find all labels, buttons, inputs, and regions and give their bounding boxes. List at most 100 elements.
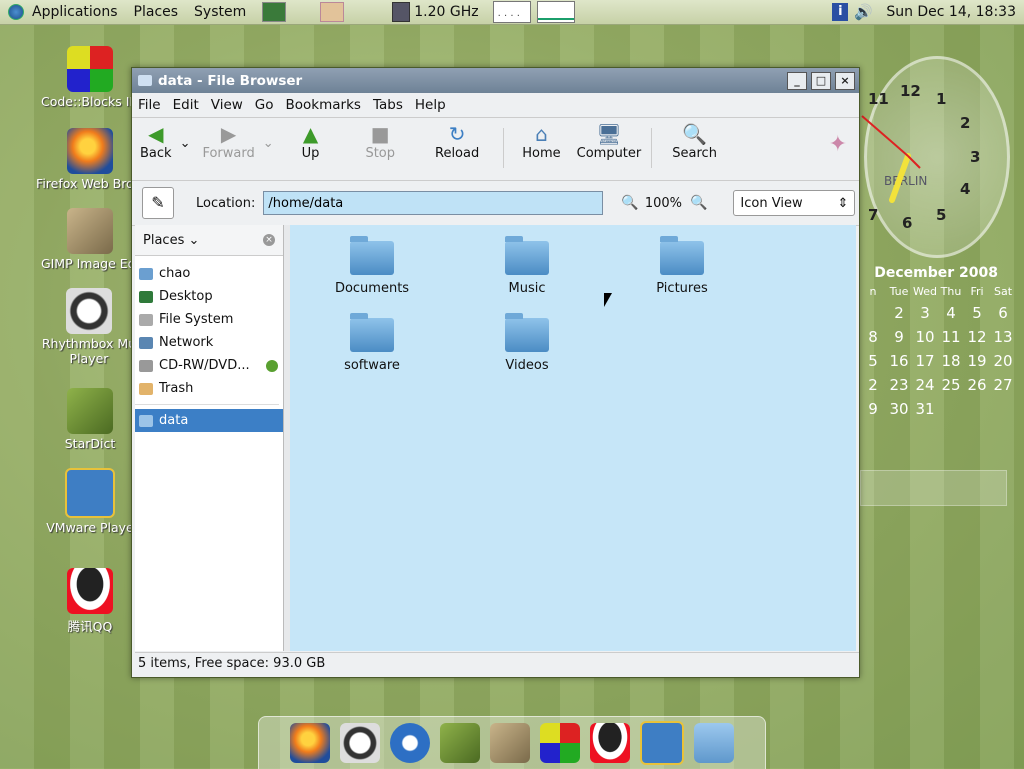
calendar-day[interactable]: 26 — [964, 376, 990, 394]
calendar-day[interactable]: 2 — [860, 376, 886, 394]
calendar-day[interactable]: 12 — [964, 328, 990, 346]
sidebar-item-data[interactable]: data — [135, 409, 283, 432]
zoom-in-icon[interactable]: 🔍 — [690, 195, 707, 211]
sidebar-item-file-system[interactable]: File System — [135, 308, 283, 331]
toggle-location-entry-button[interactable]: ✎ — [142, 187, 174, 219]
desktop-icon-gimp[interactable]: GIMP Image Edi — [35, 208, 145, 271]
calendar-day[interactable]: 18 — [938, 352, 964, 370]
view-mode-select[interactable]: Icon View ⇕ — [733, 190, 856, 216]
dock-vmware-icon[interactable] — [640, 721, 684, 765]
desktop-icon-firefox[interactable]: Firefox Web Brow — [35, 128, 145, 191]
dock-rhythmbox-icon[interactable] — [340, 723, 380, 763]
calendar-day[interactable]: 10 — [912, 328, 938, 346]
file-item-software[interactable]: software — [317, 313, 427, 373]
sidebar-item-cdrw[interactable]: CD-RW/DVD... — [135, 354, 283, 377]
volume-icon[interactable]: 🔊 — [854, 3, 873, 21]
dock-codeblocks-icon[interactable] — [540, 723, 580, 763]
calendar-day[interactable]: 30 — [886, 400, 912, 418]
computer-button[interactable]: 🖥 Computer — [573, 122, 646, 161]
calendar-day[interactable]: 27 — [990, 376, 1016, 394]
calendar-day[interactable]: 24 — [912, 376, 938, 394]
calendar-day[interactable]: 9 — [860, 400, 886, 418]
window-titlebar[interactable]: data - File Browser _ □ × — [132, 68, 859, 93]
calendar-day[interactable]: 17 — [912, 352, 938, 370]
icon-view[interactable]: Documents Music Pictures software Videos — [290, 225, 856, 651]
dock-qq-icon[interactable] — [590, 723, 630, 763]
sidebar-item-chao[interactable]: chao — [135, 262, 283, 285]
stop-button[interactable]: ■ Stop — [343, 122, 417, 161]
minimize-button[interactable]: _ — [787, 71, 807, 90]
calendar-day[interactable] — [860, 304, 886, 322]
calendar-day[interactable] — [990, 400, 1016, 418]
calendar-day[interactable]: 3 — [912, 304, 938, 322]
desktop-icon-stardict[interactable]: StarDict — [35, 388, 145, 451]
calendar-day[interactable]: 25 — [938, 376, 964, 394]
calendar-day[interactable]: 13 — [990, 328, 1016, 346]
menu-bookmarks[interactable]: Bookmarks — [280, 97, 367, 113]
dock-firefox-icon[interactable] — [290, 723, 330, 763]
close-button[interactable]: × — [835, 71, 855, 90]
eject-icon[interactable] — [265, 359, 278, 372]
maximize-button[interactable]: □ — [811, 71, 831, 90]
forward-button[interactable]: ▶ Forward — [194, 122, 262, 161]
calendar-day[interactable] — [964, 400, 990, 418]
menu-places[interactable]: Places — [126, 0, 187, 24]
calendar-day[interactable]: 6 — [990, 304, 1016, 322]
file-item-videos[interactable]: Videos — [472, 313, 582, 373]
menu-tabs[interactable]: Tabs — [367, 97, 409, 113]
dock-stardict-icon[interactable] — [440, 723, 480, 763]
desktop-icon-codeblocks[interactable]: Code::Blocks ID — [35, 46, 145, 109]
desktop-icon-rhythmbox[interactable]: Rhythmbox Mu Player — [35, 288, 143, 366]
back-button[interactable]: ◀ Back — [132, 122, 180, 161]
calendar-day[interactable]: 16 — [886, 352, 912, 370]
dock-gimp-icon[interactable] — [490, 723, 530, 763]
calendar-day[interactable]: 2 — [886, 304, 912, 322]
up-button[interactable]: ▲ Up — [278, 122, 344, 161]
menu-view[interactable]: View — [205, 97, 249, 113]
menu-help[interactable]: Help — [409, 97, 452, 113]
forward-history-dropdown[interactable]: ⌄ — [263, 122, 278, 151]
menu-go[interactable]: Go — [249, 97, 280, 113]
trash-applet-icon[interactable] — [320, 2, 345, 22]
calendar-day[interactable]: 19 — [964, 352, 990, 370]
sidebar-type-select[interactable]: Places ⌄ — [143, 233, 199, 248]
dock-folder-icon[interactable] — [694, 723, 734, 763]
file-item-pictures[interactable]: Pictures — [627, 236, 737, 296]
dock-media-player-icon[interactable] — [390, 723, 430, 763]
system-monitor-launcher-icon[interactable] — [262, 2, 287, 22]
applications-logo-icon[interactable] — [8, 4, 24, 20]
menu-system[interactable]: System — [186, 0, 254, 24]
calendar-day[interactable]: 11 — [938, 328, 964, 346]
desktop-icon-vmware[interactable]: VMware Playe — [35, 468, 145, 535]
search-button[interactable]: 🔍 Search — [658, 122, 731, 161]
menu-file[interactable]: File — [132, 97, 167, 113]
cpu-load-graph[interactable] — [492, 1, 531, 23]
network-load-graph[interactable] — [536, 1, 575, 23]
info-icon[interactable]: i — [832, 3, 849, 21]
calendar-day[interactable]: 9 — [886, 328, 912, 346]
sidebar-item-trash[interactable]: Trash — [135, 377, 283, 400]
calendar-day[interactable] — [938, 400, 964, 418]
calendar-day[interactable]: 8 — [860, 328, 886, 346]
file-item-documents[interactable]: Documents — [317, 236, 427, 296]
cpu-frequency-readout[interactable]: 1.20 GHz — [410, 0, 486, 24]
location-input[interactable] — [263, 191, 604, 215]
calendar-day[interactable]: 23 — [886, 376, 912, 394]
clock-datetime[interactable]: Sun Dec 14, 18:33 — [878, 0, 1024, 24]
calendar-day[interactable]: 31 — [912, 400, 938, 418]
menu-applications[interactable]: Applications — [24, 0, 126, 24]
reload-button[interactable]: ↻ Reload — [417, 122, 497, 161]
close-sidebar-icon[interactable]: × — [263, 234, 275, 246]
menu-edit[interactable]: Edit — [167, 97, 205, 113]
calendar-day[interactable]: 4 — [938, 304, 964, 322]
home-button[interactable]: ⌂ Home — [510, 122, 572, 161]
zoom-level[interactable]: 100% — [645, 196, 682, 211]
desktop-icon-qq[interactable]: 腾讯QQ — [35, 568, 145, 635]
calendar-day[interactable]: 5 — [860, 352, 886, 370]
calendar-day[interactable]: 5 — [964, 304, 990, 322]
zoom-out-icon[interactable]: 🔍 — [621, 195, 638, 211]
sidebar-item-desktop[interactable]: Desktop — [135, 285, 283, 308]
calendar-day[interactable]: 20 — [990, 352, 1016, 370]
back-history-dropdown[interactable]: ⌄ — [180, 122, 195, 151]
file-item-music[interactable]: Music — [472, 236, 582, 296]
